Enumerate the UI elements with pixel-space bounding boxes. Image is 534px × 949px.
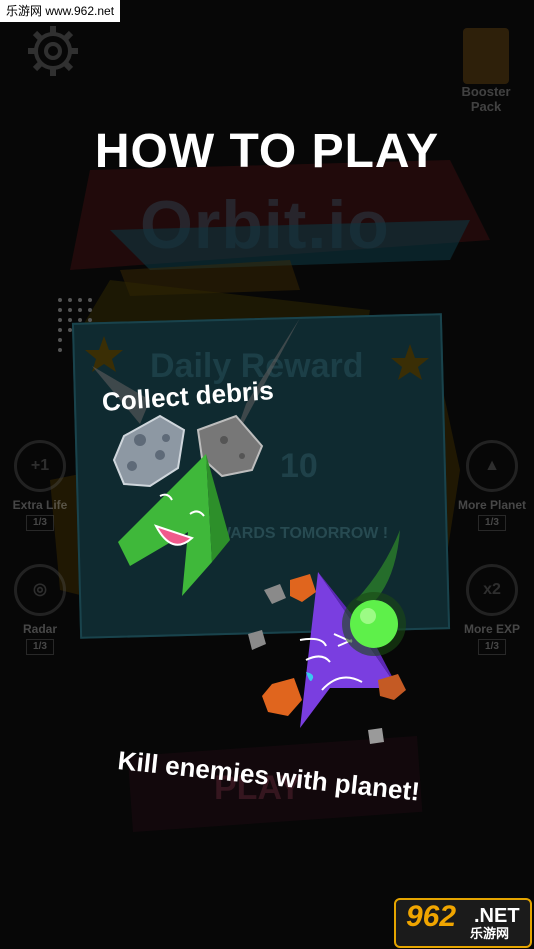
site-logo-suffix: .NET [474, 905, 520, 927]
debris-chunk [262, 678, 302, 716]
debris-chunk [248, 630, 266, 650]
debris-rock [112, 414, 186, 488]
site-logo-watermark: 962 .NET 乐游网 [394, 898, 532, 948]
debris-chunk [290, 574, 316, 602]
debris-chunk [368, 728, 384, 744]
tutorial-illustration [92, 318, 406, 744]
site-logo-number: 962 [406, 900, 457, 933]
debris-chunk [264, 584, 286, 604]
site-logo-cn: 乐游网 [470, 927, 510, 942]
